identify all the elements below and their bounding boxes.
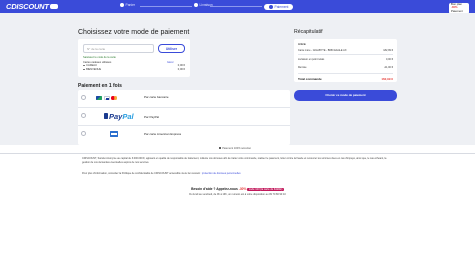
payment-option-label: Par PayPal (144, 115, 160, 119)
payment-section-title: Paiement en 1 fois (78, 83, 122, 89)
order-summary: Article Carte mère - GIGABYTE - B650 EAG… (294, 39, 397, 82)
summary-discount: Remise -21,00 € (298, 66, 393, 69)
cdiscount-logo[interactable]: CDISCOUNT (6, 2, 58, 11)
step-cart[interactable]: Panier (120, 3, 135, 7)
choose-payment-button[interactable]: Choisir ce mode de paiement (294, 90, 397, 101)
logo-badge-icon (49, 3, 58, 9)
summary-title: Récapitulatif (294, 29, 323, 35)
bullet-icon (83, 64, 85, 67)
promo-tag[interactable]: code 123 (la carte de fidélité) (247, 188, 284, 191)
gift-card-row: BIENVENUE 0,00 € (83, 68, 185, 71)
privacy-notice: Pour plus d'information, consultez la Po… (82, 172, 241, 175)
radio-button[interactable] (81, 131, 86, 136)
step-connector (140, 6, 192, 7)
visa-icon (103, 96, 110, 101)
bullet-icon (83, 68, 85, 71)
payment-option-card[interactable]: Par carte bancaire (78, 90, 290, 108)
divider (0, 153, 475, 154)
step-check-icon (194, 3, 198, 7)
step-connector (210, 6, 262, 7)
gift-card-input[interactable]: N° de la carte (83, 44, 154, 53)
summary-delivery: Livraison en point relais 0,00 € (298, 58, 393, 61)
mastercard-icon (111, 96, 118, 101)
checkout-steps: Panier Livraison Paiement (120, 0, 360, 13)
gift-card-panel: N° de la carte Utiliser Saisissez le cod… (78, 39, 190, 77)
radio-button[interactable] (81, 95, 86, 100)
step-payment: Paiement (264, 3, 294, 10)
privacy-link[interactable]: protection de données personnelles (202, 172, 241, 175)
checkout-content: Choisissez votre mode de paiement N° de … (0, 13, 475, 145)
payment-option-amex[interactable]: Par carte American Express (78, 126, 290, 144)
top-bar: CDISCOUNT Panier Livraison Paiement Bon … (0, 0, 475, 14)
lock-icon (219, 147, 222, 150)
help-promo: Besoin d'aide ? Appelez-nous -30% code 1… (191, 187, 284, 191)
amex-icon (110, 131, 118, 137)
payment-options: Par carte bancaire PayPal Par PayPal Par… (78, 90, 290, 145)
carte-bleue-icon (96, 96, 102, 101)
use-gift-card-button[interactable]: Utiliser (158, 44, 185, 53)
payment-option-label: Par carte American Express (144, 132, 182, 136)
summary-total: Total commande 162,99 € (298, 77, 393, 81)
payment-option-label: Par carte bancaire (144, 95, 169, 99)
step-delivery[interactable]: Livraison (194, 3, 213, 7)
summary-item: Carte mère - GIGABYTE - B650 EAGLE AX 182… (298, 49, 393, 52)
legal-notice: CDISCOUNT, Société Anonyme au capital de… (82, 157, 387, 164)
help-hours: Du lundi au vendredi, de 9h à 19h, un nu… (189, 193, 286, 196)
radio-button[interactable] (81, 113, 86, 118)
paypal-logo: PayPal (104, 112, 134, 121)
secure-payment-note: Paiement 100% sécurisé (219, 147, 251, 150)
page-title: Choisissez votre mode de paiement (78, 29, 190, 36)
step-check-icon (120, 3, 124, 7)
paypal-icon (104, 113, 108, 120)
payment-option-paypal[interactable]: PayPal Par PayPal (78, 108, 290, 126)
step-active-icon (269, 4, 273, 9)
gift-card-note: Saisissez le code de la carte (83, 56, 116, 59)
summary-section-label: Article (298, 43, 306, 46)
card-logos (96, 96, 118, 101)
gift-card-row: CADEAU 0,00 € (83, 64, 185, 67)
